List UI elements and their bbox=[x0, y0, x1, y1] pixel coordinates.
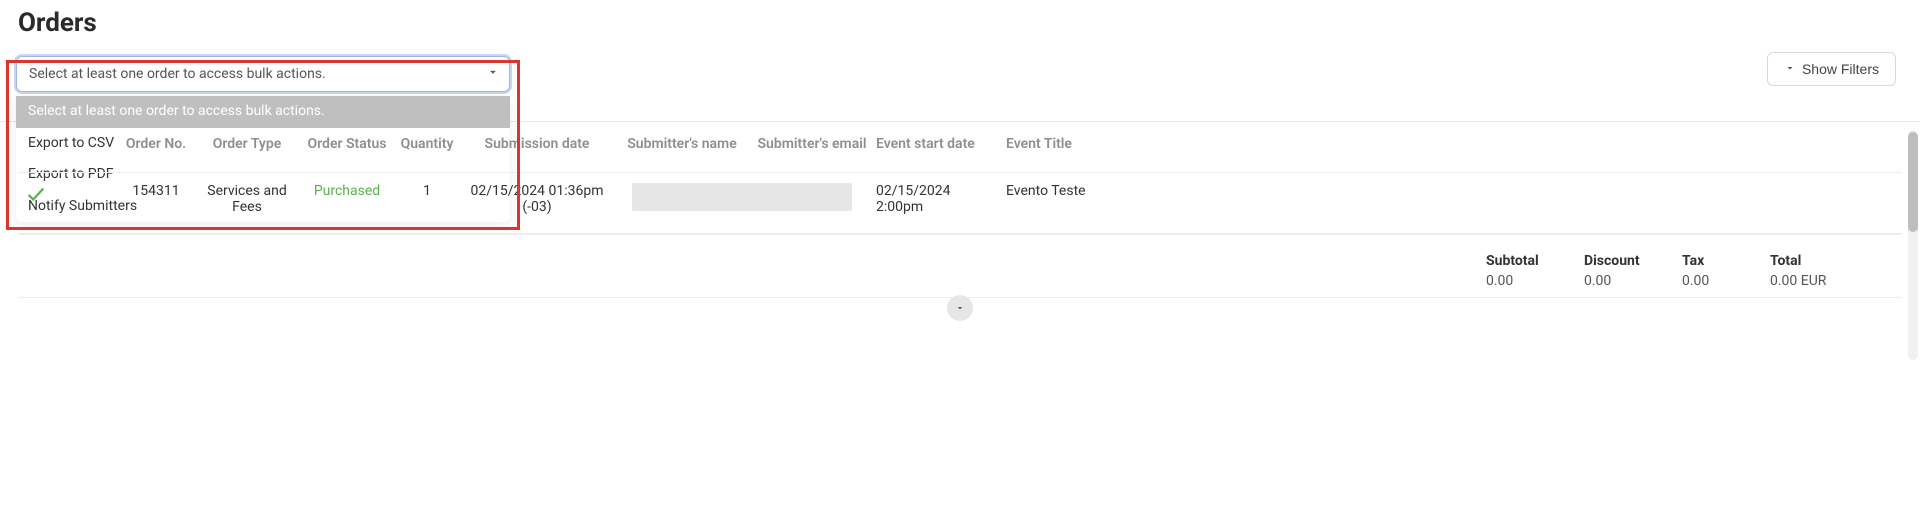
cell-quantity: 1 bbox=[392, 183, 462, 199]
col-quantity: Quantity bbox=[392, 136, 462, 154]
discount-label: Discount bbox=[1584, 253, 1674, 269]
chevron-down-icon bbox=[1784, 61, 1796, 77]
row-check-cell bbox=[18, 183, 54, 209]
col-submitter-name: Submitter's name bbox=[612, 136, 752, 154]
col-submitter-email: Submitter's email bbox=[752, 136, 872, 154]
orders-table: Order No. Order Type Order Status Quanti… bbox=[18, 122, 1902, 234]
col-event-title: Event Title bbox=[1002, 136, 1902, 154]
cell-submission-date: 02/15/2024 01:36pm (-03) bbox=[462, 183, 612, 215]
bulk-action-select-wrap: Select at least one order to access bulk… bbox=[16, 56, 510, 92]
scrollbar-thumb[interactable] bbox=[1908, 132, 1918, 232]
cell-event-title: Evento Teste bbox=[1002, 183, 1902, 199]
discount-value: 0.00 bbox=[1584, 273, 1674, 289]
total-value: 0.00 EUR bbox=[1770, 273, 1870, 289]
totals-footer: Subtotal Discount Tax Total 0.00 0.00 0.… bbox=[18, 234, 1902, 298]
total-label: Total bbox=[1770, 253, 1870, 269]
col-submission-date: Submission date bbox=[462, 136, 612, 154]
table-header-row: Order No. Order Type Order Status Quanti… bbox=[18, 122, 1902, 173]
checkmark-icon bbox=[25, 183, 47, 205]
tax-value: 0.00 bbox=[1682, 273, 1762, 289]
cell-order-no: 154311 bbox=[120, 183, 192, 199]
show-filters-button[interactable]: Show Filters bbox=[1767, 52, 1896, 86]
cell-order-status: Purchased bbox=[302, 183, 392, 199]
subtotal-label: Subtotal bbox=[1486, 253, 1576, 269]
page-title: Orders bbox=[0, 0, 1920, 48]
cell-event-start-date: 02/15/2024 2:00pm bbox=[872, 183, 1002, 215]
toolbar: Select at least one order to access bulk… bbox=[0, 48, 1920, 122]
totals-grid: Subtotal Discount Tax Total 0.00 0.00 0.… bbox=[1486, 253, 1870, 289]
cell-order-type: Services and Fees bbox=[192, 183, 302, 215]
cell-submitter-name bbox=[612, 183, 872, 211]
redacted-mask bbox=[632, 183, 852, 211]
table-row[interactable]: 154311 Services and Fees Purchased 1 02/… bbox=[18, 173, 1902, 234]
col-order-type: Order Type bbox=[192, 136, 302, 154]
cell-submission-date-line1: 02/15/2024 01:36pm bbox=[471, 183, 604, 199]
bulk-action-select-value: Select at least one order to access bulk… bbox=[29, 66, 326, 82]
cell-submission-date-line2: (-03) bbox=[522, 199, 551, 215]
col-event-start-date: Event start date bbox=[872, 136, 1002, 154]
chevron-down-icon bbox=[486, 65, 500, 83]
col-order-no: Order No. bbox=[120, 136, 192, 154]
subtotal-value: 0.00 bbox=[1486, 273, 1576, 289]
col-order-status: Order Status bbox=[302, 136, 392, 154]
show-filters-label: Show Filters bbox=[1802, 61, 1879, 77]
expand-row-button[interactable] bbox=[947, 295, 973, 321]
tax-label: Tax bbox=[1682, 253, 1762, 269]
chevron-down-icon bbox=[954, 302, 966, 314]
bulk-action-select[interactable]: Select at least one order to access bulk… bbox=[16, 56, 510, 92]
